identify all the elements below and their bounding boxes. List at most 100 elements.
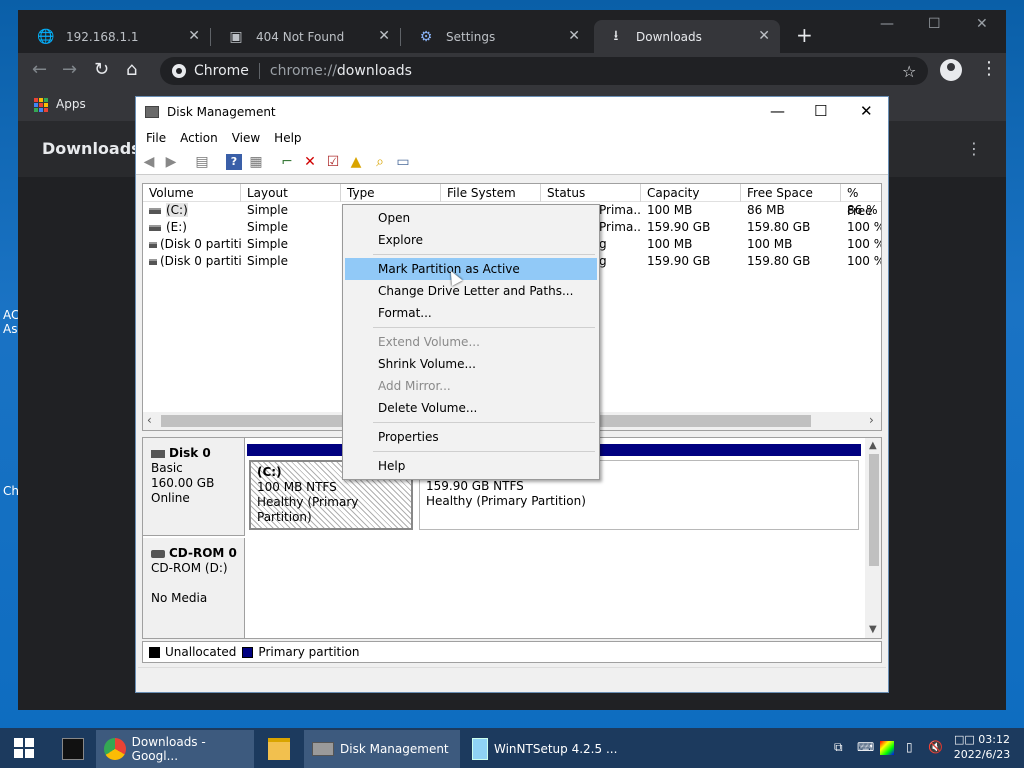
percent-free-cell: 100 % (847, 220, 882, 234)
close-icon[interactable]: ✕ (188, 28, 200, 44)
disk-name: Disk 0 (169, 446, 211, 460)
tab-settings[interactable]: ⚙ Settings ✕ (404, 20, 590, 53)
taskbar-chrome[interactable]: Downloads - Googl... (96, 730, 254, 768)
menu-view[interactable]: View (232, 131, 260, 145)
volume-cell: (C:) (143, 202, 241, 219)
color-app-icon[interactable] (880, 741, 894, 755)
apps-grid-icon[interactable] (34, 98, 48, 112)
column-capacity[interactable]: Capacity (641, 184, 741, 202)
unallocated-swatch (149, 646, 160, 658)
tab-downloads[interactable]: ⭳ Downloads ✕ (594, 20, 780, 53)
home-button[interactable]: ⌂ (126, 61, 137, 79)
taskbar-cmd[interactable] (50, 730, 96, 768)
address-bar[interactable]: Chrome chrome:// downloads (160, 57, 928, 85)
desktop-label: Ch (3, 484, 19, 498)
help-icon[interactable]: ? (226, 154, 242, 170)
maximize-icon[interactable]: ☐ (928, 16, 941, 32)
taskbar-winntsetup[interactable]: WinNTSetup 4.2.5 ... (464, 730, 624, 768)
console-tree-icon[interactable]: ▤ (194, 154, 210, 170)
menu-item-explore[interactable]: Explore (345, 229, 597, 251)
tab-404[interactable]: ▣ 404 Not Found ✕ (214, 20, 401, 53)
volume-cell: (Disk 0 partiti... (143, 236, 241, 253)
legend-unallocated: Unallocated (165, 645, 237, 659)
menu-item-delete[interactable]: Delete Volume... (345, 397, 597, 419)
vertical-scrollbar[interactable]: ▲ ▼ (865, 438, 881, 638)
search-folder-icon[interactable]: ⌕ (372, 154, 388, 170)
status-cell: Prima... (599, 203, 641, 217)
settings-panel-icon[interactable]: ▭ (395, 154, 411, 170)
free-space-cell: 159.80 GB (747, 254, 811, 268)
column-file-system[interactable]: File System (441, 184, 541, 202)
apps-bookmark[interactable]: Apps (56, 97, 86, 111)
maximize-icon[interactable]: ☐ (814, 102, 827, 120)
column-status[interactable]: Status (541, 184, 641, 202)
scroll-down-icon[interactable]: ▼ (869, 624, 877, 635)
windows-start-icon[interactable] (14, 738, 34, 758)
back-button[interactable]: ← (32, 61, 47, 79)
menu-item-shrink[interactable]: Shrink Volume... (345, 353, 597, 375)
chrome-icon (104, 738, 126, 760)
cdrom0-label[interactable]: CD-ROM 0 CD-ROM (D:) No Media (143, 538, 245, 638)
usb-icon[interactable]: ▯ (906, 740, 913, 754)
taskbar-disk-management[interactable]: Disk Management (304, 730, 460, 768)
chrome-menu-icon[interactable]: ⋮ (980, 60, 998, 78)
delete-icon[interactable]: ✕ (302, 154, 318, 170)
menu-item-extend: Extend Volume... (378, 335, 480, 349)
forward-arrow-icon[interactable]: ▶ (163, 154, 179, 170)
percent-free-cell: 100 % (847, 237, 882, 251)
column-free-space[interactable]: Free Space (741, 184, 841, 202)
menu-action[interactable]: Action (180, 131, 218, 145)
menu-item-add-mirror: Add Mirror... (378, 379, 451, 393)
close-icon[interactable]: ✕ (758, 28, 770, 44)
taskbar-explorer[interactable] (256, 730, 302, 768)
menu-item-format[interactable]: Format... (345, 302, 597, 324)
back-arrow-icon[interactable]: ◀ (141, 154, 157, 170)
menu-item-help[interactable]: Help (345, 455, 597, 477)
menu-file[interactable]: File (146, 131, 166, 145)
close-icon[interactable]: ✕ (378, 28, 390, 44)
cdrom-icon (151, 549, 165, 558)
network-icon[interactable]: ⧉ (834, 740, 843, 755)
column-type[interactable]: Type (341, 184, 441, 202)
keyboard-icon[interactable]: ⌨ (857, 740, 874, 754)
disk-type: Basic (151, 461, 183, 475)
disk0-label[interactable]: Disk 0 Basic 160.00 GB Online (143, 438, 245, 536)
column-layout[interactable]: Layout (241, 184, 341, 202)
connect-icon[interactable]: ⌐ (279, 154, 295, 170)
volume-icon[interactable]: 🔇 (928, 740, 943, 754)
more-options-icon[interactable]: ⋮ (966, 139, 982, 158)
menu-item-mark-active[interactable]: Mark Partition as Active (345, 258, 597, 280)
folder-up-icon[interactable]: ▲ (348, 154, 364, 170)
menu-separator (373, 327, 595, 328)
layout-cell: Simple (247, 254, 288, 268)
menu-help[interactable]: Help (274, 131, 301, 145)
bookmark-star-icon[interactable]: ☆ (902, 62, 916, 81)
tab-router[interactable]: 🌐 192.168.1.1 ✕ (24, 20, 211, 53)
checklist-icon[interactable]: ☑ (325, 154, 341, 170)
partition-size: 159.90 GB NTFS (426, 479, 524, 493)
column-percent-free[interactable]: % Free (841, 184, 881, 218)
taskbar: Downloads - Googl... Disk Management Win… (0, 728, 1024, 768)
scroll-up-icon[interactable]: ▲ (869, 440, 877, 451)
close-icon[interactable]: ✕ (568, 28, 580, 44)
forward-button[interactable]: → (62, 61, 77, 79)
minimize-icon[interactable]: — (770, 102, 785, 120)
scroll-right-icon[interactable]: › (869, 413, 874, 427)
legend-primary: Primary partition (258, 645, 360, 659)
properties-icon[interactable]: ▦ (248, 154, 264, 170)
menu-item-change-letter[interactable]: Change Drive Letter and Paths... (345, 280, 597, 302)
column-volume[interactable]: Volume (143, 184, 241, 202)
new-tab-button[interactable]: + (796, 25, 813, 45)
close-window-icon[interactable]: ✕ (860, 102, 873, 120)
system-clock[interactable]: □□ 03:12 2022/6/23 (950, 732, 1014, 762)
scroll-thumb[interactable] (869, 454, 879, 566)
menu-item-open[interactable]: Open (345, 207, 597, 229)
scroll-left-icon[interactable]: ‹ (147, 413, 152, 427)
profile-avatar[interactable] (940, 59, 962, 81)
minimize-icon[interactable]: — (880, 16, 894, 32)
menu-item-properties[interactable]: Properties (345, 426, 597, 448)
reload-button[interactable]: ↻ (94, 61, 109, 79)
terminal-icon (62, 738, 84, 760)
close-window-icon[interactable]: ✕ (976, 16, 988, 32)
drive-icon (149, 207, 161, 214)
